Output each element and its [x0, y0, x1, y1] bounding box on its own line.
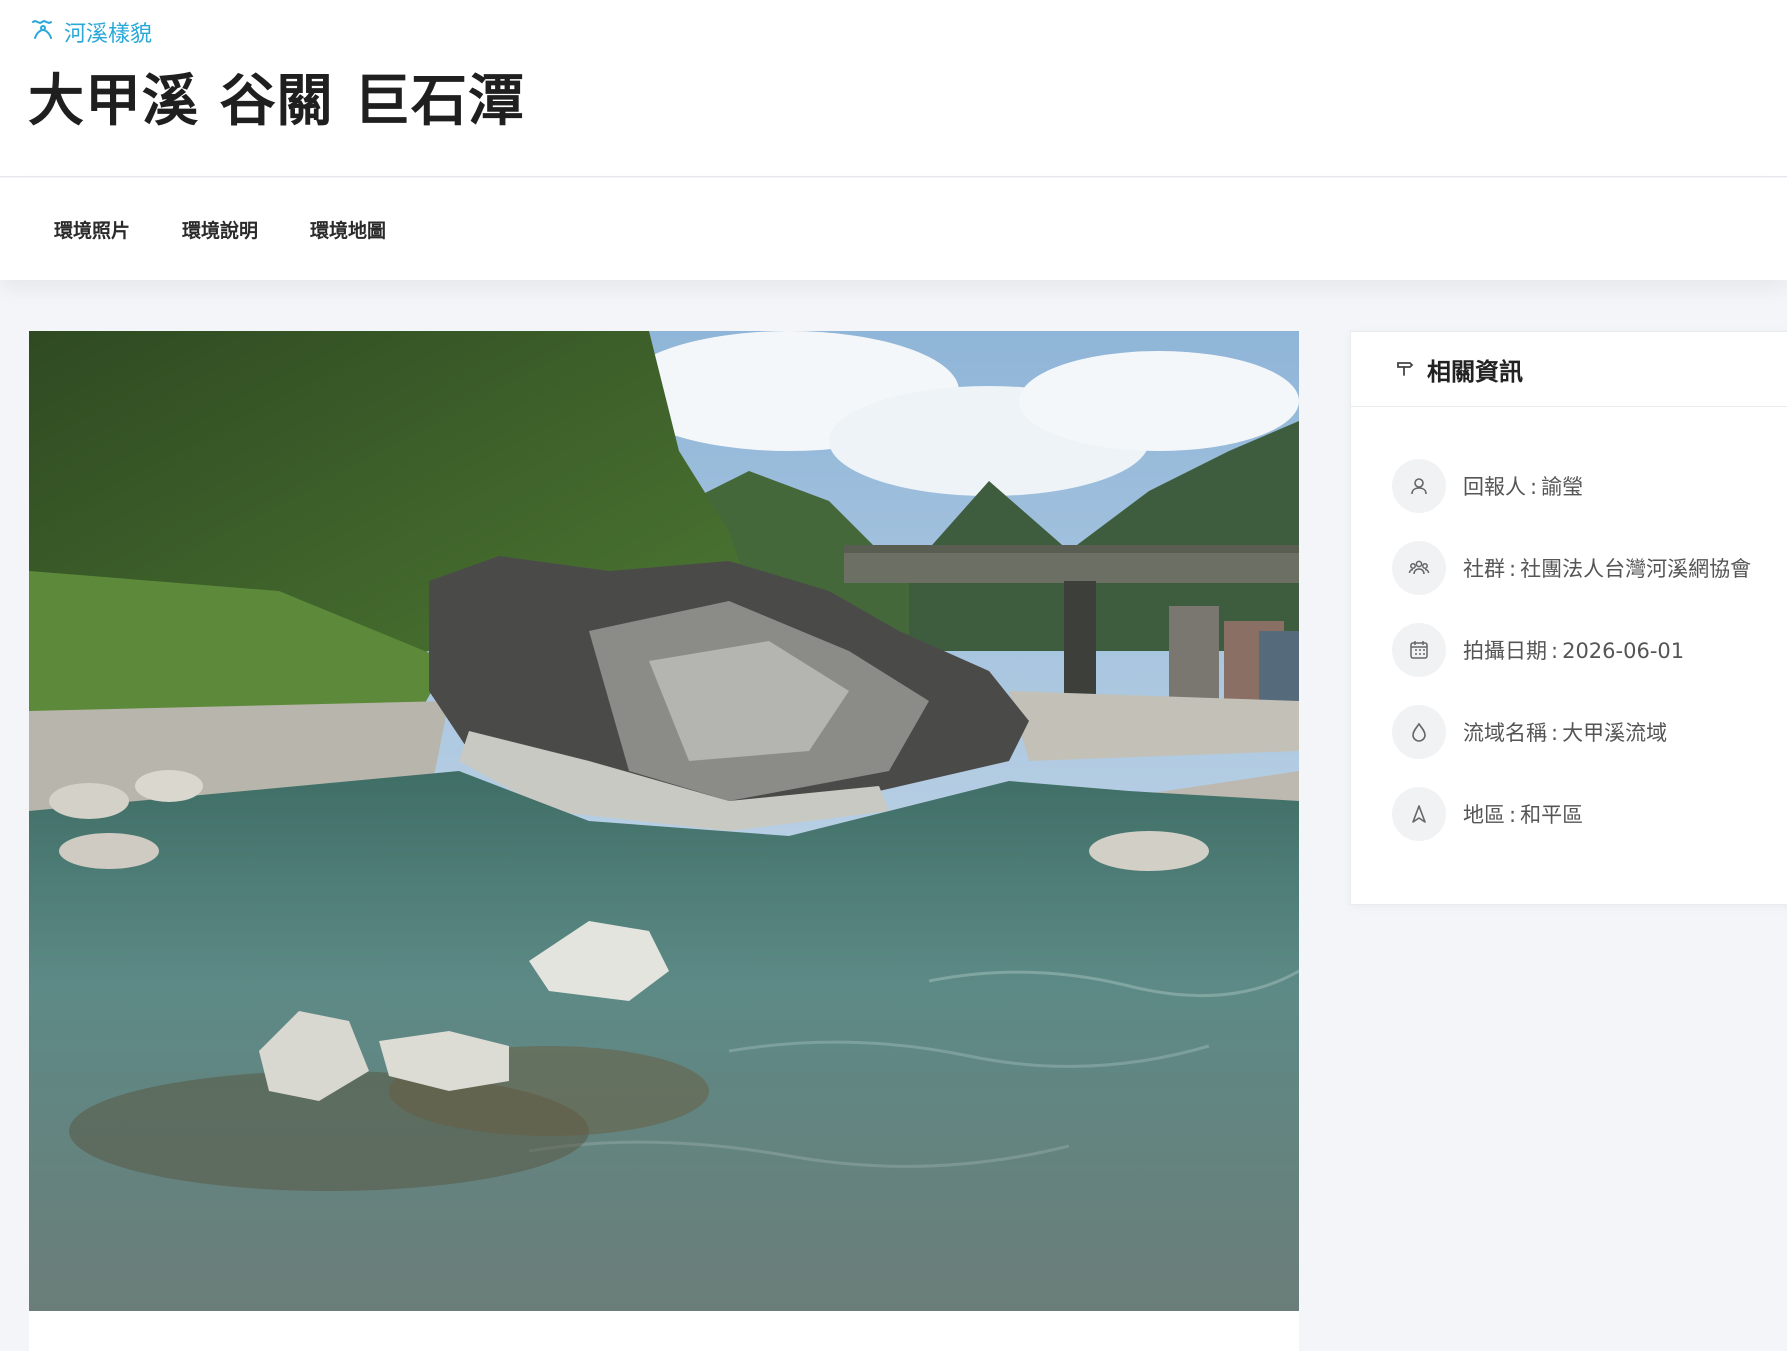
breadcrumb-label: 河溪樣貌 — [64, 22, 153, 47]
info-row-basin: 流域名稱: 大甲溪流域 — [1351, 691, 1787, 773]
info-basin-text: 流域名稱: 大甲溪流域 — [1463, 721, 1668, 745]
signpost-icon — [1395, 357, 1415, 381]
tab-bar: 環境照片 環境說明 環境地圖 — [0, 178, 1787, 280]
related-info-card: 相關資訊 回報人: 諭瑩 社群: 社團法人台灣河溪網協會 拍攝日期: 202… — [1350, 331, 1787, 905]
info-row-district: 地區: 和平區 — [1351, 773, 1787, 855]
info-date-label: 拍攝日期 — [1463, 639, 1547, 663]
info-row-reporter: 回報人: 諭瑩 — [1351, 445, 1787, 527]
tab-description[interactable]: 環境說明 — [182, 216, 258, 243]
group-icon — [1392, 541, 1446, 595]
person-icon — [1392, 459, 1446, 513]
info-community-text: 社群: 社團法人台灣河溪網協會 — [1463, 557, 1752, 581]
info-row-community: 社群: 社團法人台灣河溪網協會 — [1351, 527, 1787, 609]
related-info-header: 相關資訊 — [1351, 332, 1787, 407]
page-title: 大甲溪 谷關 巨石潭 — [28, 69, 525, 134]
related-info-title: 相關資訊 — [1427, 357, 1523, 386]
tab-map[interactable]: 環境地圖 — [310, 216, 386, 243]
location-arrow-icon — [1392, 787, 1446, 841]
river-icon — [30, 16, 56, 48]
info-date-value: 2026-06-01 — [1562, 639, 1685, 663]
info-date-text: 拍攝日期:2026-06-01 — [1463, 639, 1685, 663]
tab-photos[interactable]: 環境照片 — [54, 216, 130, 243]
page-header: 河溪樣貌 大甲溪 谷關 巨石潭 — [0, 0, 1787, 177]
river-photo-image — [29, 331, 1299, 1311]
info-reporter-label: 回報人 — [1463, 475, 1526, 499]
info-community-value: 社團法人台灣河溪網協會 — [1520, 557, 1752, 581]
info-row-date: 拍攝日期:2026-06-01 — [1351, 609, 1787, 691]
info-district-text: 地區: 和平區 — [1463, 803, 1584, 827]
info-district-value: 和平區 — [1520, 803, 1584, 827]
water-drop-icon — [1392, 705, 1446, 759]
info-basin-label: 流域名稱 — [1463, 721, 1547, 745]
info-reporter-text: 回報人: 諭瑩 — [1463, 475, 1584, 499]
info-district-label: 地區 — [1463, 803, 1505, 827]
info-reporter-value: 諭瑩 — [1541, 475, 1584, 499]
calendar-icon — [1392, 623, 1446, 677]
info-community-label: 社群 — [1463, 557, 1505, 581]
breadcrumb[interactable]: 河溪樣貌 — [30, 16, 152, 48]
environment-photo — [29, 331, 1299, 1351]
related-info-list: 回報人: 諭瑩 社群: 社團法人台灣河溪網協會 拍攝日期: 2026-06-0… — [1351, 407, 1787, 855]
info-basin-value: 大甲溪流域 — [1562, 721, 1668, 745]
